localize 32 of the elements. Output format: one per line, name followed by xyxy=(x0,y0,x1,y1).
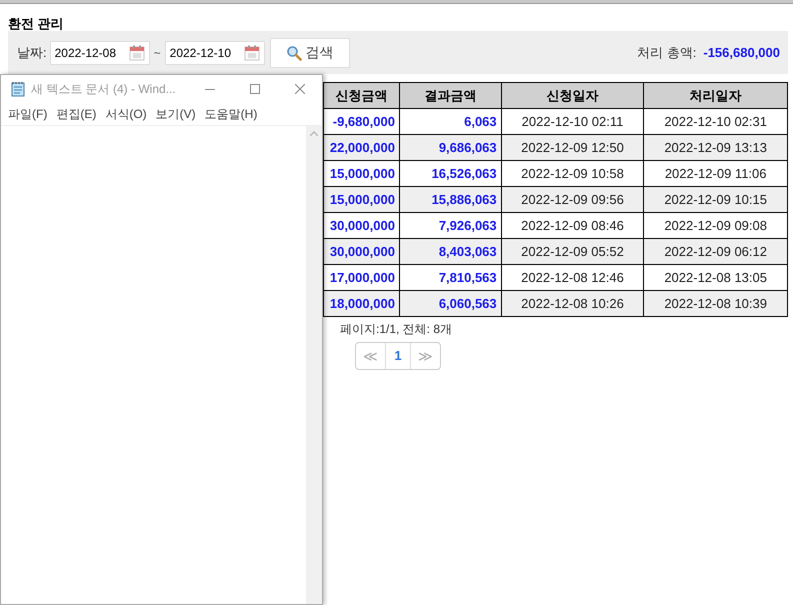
menu-item[interactable]: 도움말(H) xyxy=(202,105,260,123)
table-cell: 2022-12-08 10:39 xyxy=(644,290,788,316)
page-title: 환전 관리 xyxy=(8,15,65,31)
window-title: 새 텍스트 문서 (4) - Wind... xyxy=(31,81,177,98)
notepad-icon xyxy=(10,81,26,97)
total-value: -156,680,000 xyxy=(703,44,780,62)
menu-item[interactable]: 편집(E) xyxy=(53,105,100,123)
page-button[interactable]: 1 xyxy=(386,343,411,369)
table-cell: 2022-12-08 10:26 xyxy=(501,290,644,316)
date-field[interactable]: 2022-12-10 xyxy=(164,40,265,64)
scroll-up-icon xyxy=(310,131,318,136)
menu-item[interactable]: 보기(V) xyxy=(152,105,199,123)
close-icon[interactable] xyxy=(294,84,304,94)
table-cell: 18,000,000 xyxy=(324,290,400,316)
total-label: 처리 총액: xyxy=(637,44,696,62)
search-icon xyxy=(286,44,302,60)
column-header[interactable]: 결과금액 xyxy=(399,82,502,108)
scrollbar[interactable] xyxy=(306,126,322,604)
menu-item[interactable]: 파일(F) xyxy=(5,105,50,123)
search-button[interactable]: 검색 xyxy=(270,38,350,68)
date-field[interactable]: 2022-12-08 xyxy=(50,40,150,64)
maximize-icon[interactable] xyxy=(250,84,260,94)
menu-item[interactable]: 서식(O) xyxy=(102,105,150,123)
calendar-icon[interactable] xyxy=(244,44,260,60)
column-header[interactable]: 신청금액 xyxy=(324,82,400,108)
page-info: 페이지:1/1, 전체: 8개 xyxy=(339,321,454,338)
table-cell: 6,060,563 xyxy=(399,290,502,316)
column-header[interactable]: 처리일자 xyxy=(644,82,788,108)
column-header[interactable]: 신청일자 xyxy=(501,82,644,108)
date-label: 날짜: xyxy=(17,44,47,62)
range-separator: ~ xyxy=(152,44,162,62)
calendar-icon[interactable] xyxy=(128,44,145,60)
